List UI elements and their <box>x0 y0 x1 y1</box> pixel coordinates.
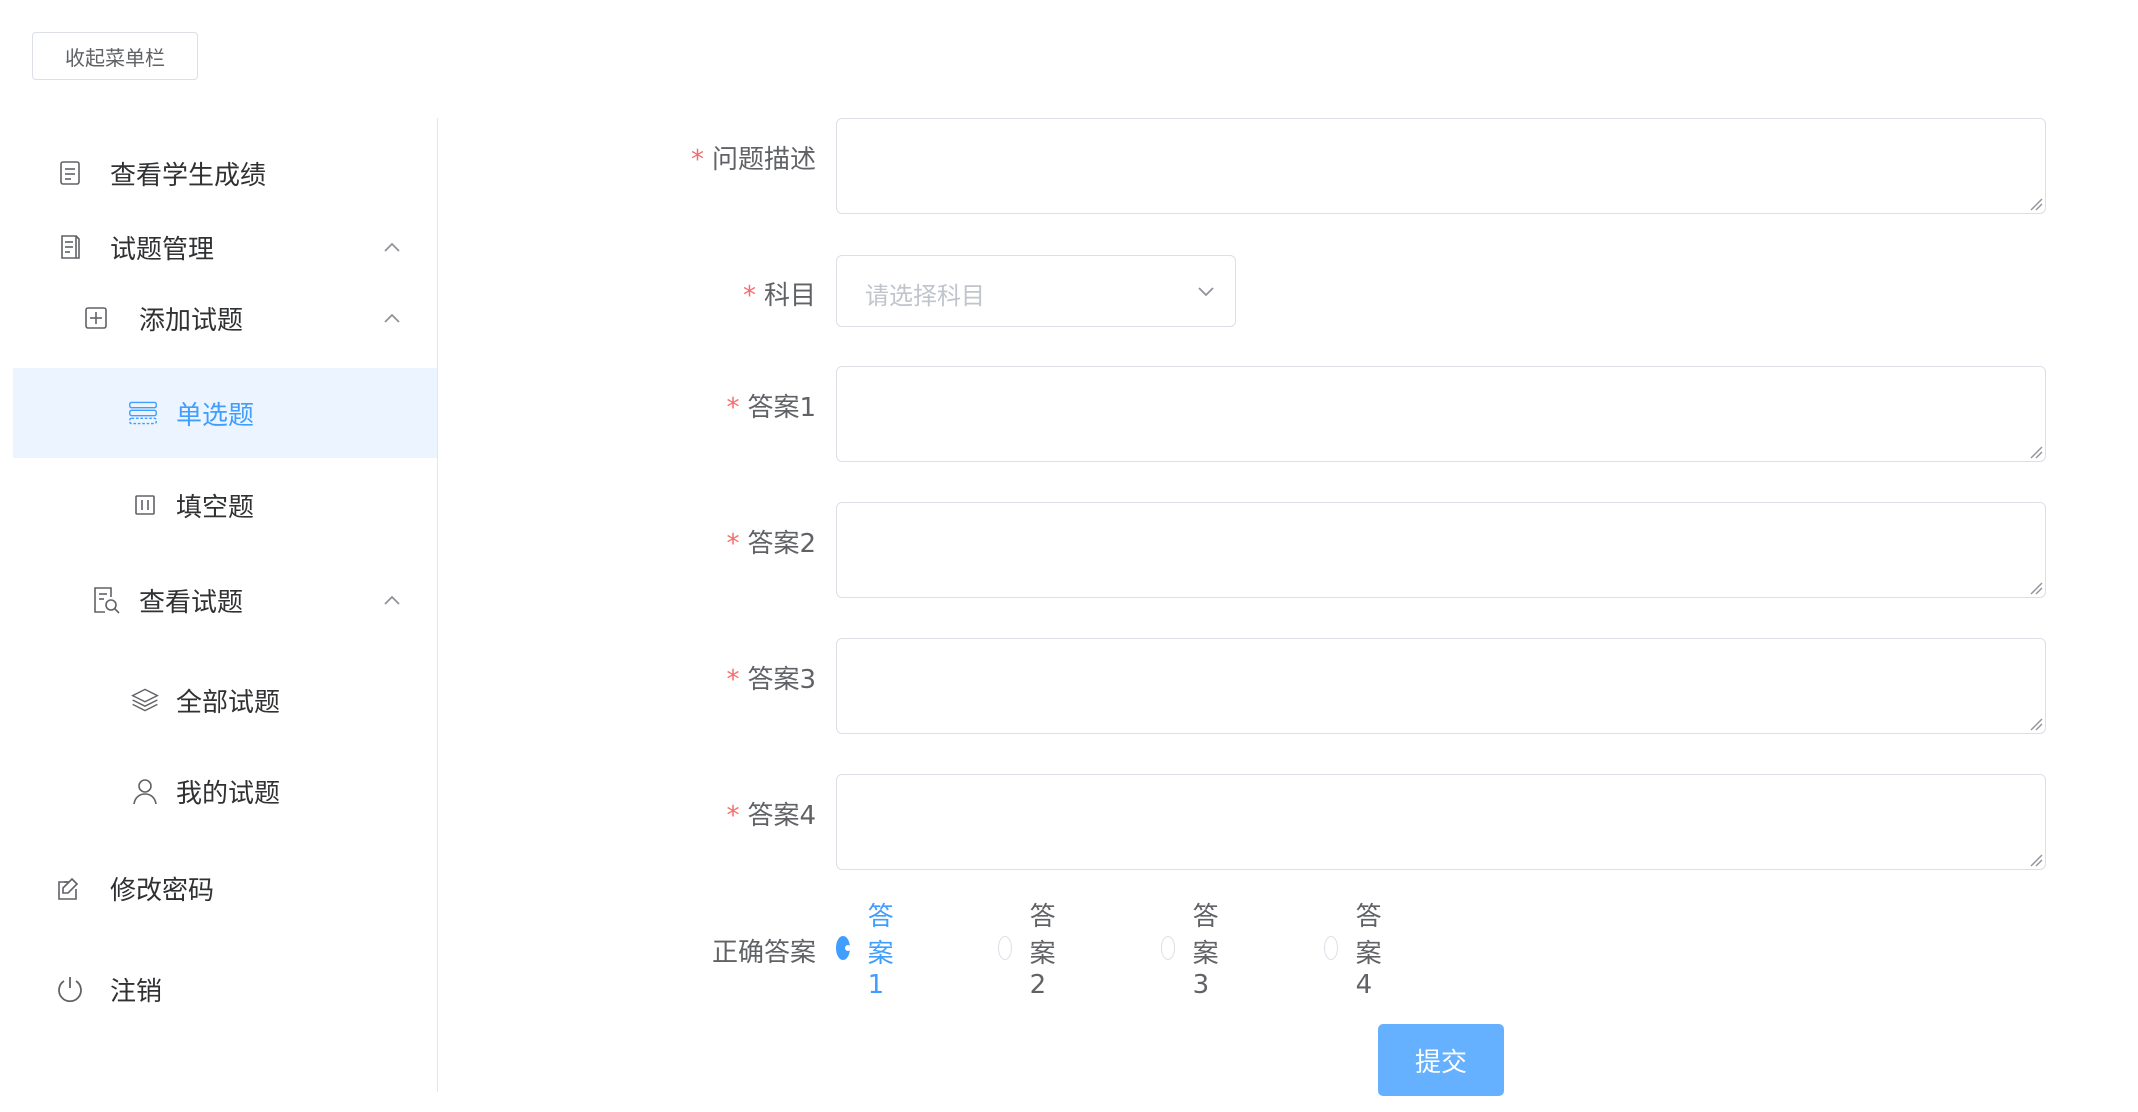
submit-button[interactable]: 提交 <box>1378 1024 1504 1096</box>
user-icon <box>130 776 160 806</box>
answer4-textarea[interactable] <box>836 774 2046 870</box>
sidebar-item-view-questions[interactable]: 查看试题 <box>13 555 437 645</box>
resize-grip-icon[interactable] <box>2027 443 2043 459</box>
resize-grip-icon[interactable] <box>2027 851 2043 867</box>
radio-answer1[interactable]: 答案1 <box>836 902 904 1000</box>
subject-select[interactable]: 请选择科目 <box>836 255 1236 327</box>
edit-icon <box>55 873 85 903</box>
chevron-down-icon <box>1198 287 1214 297</box>
sidebar-item-fill-blank[interactable]: 填空题 <box>13 460 437 550</box>
radio-answer2[interactable]: 答案2 <box>998 902 1066 1000</box>
answer3-label: * 答案3 <box>726 665 816 695</box>
resize-grip-icon[interactable] <box>2027 715 2043 731</box>
file-list-icon <box>55 232 85 262</box>
sidebar-item-single-choice[interactable]: 单选题 <box>13 368 437 458</box>
sidebar-item-change-password[interactable]: 修改密码 <box>13 843 437 933</box>
sidebar-item-label: 试题管理 <box>110 234 215 265</box>
sidebar: 查看学生成绩 试题管理 添加试题 单选题 填空题 查看试题 全部试题 我的试题 … <box>13 118 438 1092</box>
sidebar-item-my-questions[interactable]: 我的试题 <box>13 746 437 836</box>
sidebar-item-logout[interactable]: 注销 <box>13 944 437 1034</box>
columns-icon <box>130 490 160 520</box>
plus-square-icon <box>81 303 111 333</box>
answer2-textarea[interactable] <box>836 502 2046 598</box>
sidebar-item-label: 填空题 <box>176 492 255 523</box>
chevron-up-icon <box>381 236 403 258</box>
sidebar-item-label: 修改密码 <box>110 875 215 906</box>
answer1-textarea[interactable] <box>836 366 2046 462</box>
answer4-label: * 答案4 <box>726 801 816 831</box>
radio-answer4[interactable]: 答案4 <box>1324 902 1392 1000</box>
list-icon <box>128 398 158 428</box>
sidebar-item-label: 全部试题 <box>176 687 281 718</box>
resize-grip-icon[interactable] <box>2027 579 2043 595</box>
radio-dot[interactable] <box>1161 936 1175 960</box>
layers-icon <box>130 685 160 715</box>
document-search-icon <box>91 585 121 615</box>
sidebar-item-label: 我的试题 <box>176 778 281 809</box>
radio-dot[interactable] <box>836 936 851 960</box>
question-textarea[interactable] <box>836 118 2046 214</box>
sidebar-item-label: 注销 <box>110 976 163 1007</box>
answer2-label: * 答案2 <box>726 529 816 559</box>
subject-label: * 科目 <box>742 281 816 311</box>
sidebar-item-label: 查看试题 <box>139 587 244 618</box>
radio-dot[interactable] <box>1324 936 1338 960</box>
chevron-up-icon <box>381 307 403 329</box>
question-label: * 问题描述 <box>690 145 816 175</box>
sidebar-item-label: 单选题 <box>176 400 255 431</box>
collapse-menu-button[interactable]: 收起菜单栏 <box>32 32 198 80</box>
power-icon <box>55 974 85 1004</box>
chevron-up-icon <box>381 589 403 611</box>
radio-dot[interactable] <box>998 936 1012 960</box>
answer1-label: * 答案1 <box>726 393 816 423</box>
radio-answer3[interactable]: 答案3 <box>1161 902 1229 1000</box>
sidebar-item-label: 查看学生成绩 <box>110 160 267 191</box>
sidebar-item-add-question[interactable]: 添加试题 <box>13 273 437 363</box>
correct-answer-label: 正确答案 <box>711 938 816 968</box>
subject-placeholder: 请选择科目 <box>865 282 985 310</box>
answer3-textarea[interactable] <box>836 638 2046 734</box>
sidebar-item-label: 添加试题 <box>139 305 244 336</box>
sidebar-item-all-questions[interactable]: 全部试题 <box>13 655 437 745</box>
document-icon <box>55 158 85 188</box>
resize-grip-icon[interactable] <box>2027 195 2043 211</box>
